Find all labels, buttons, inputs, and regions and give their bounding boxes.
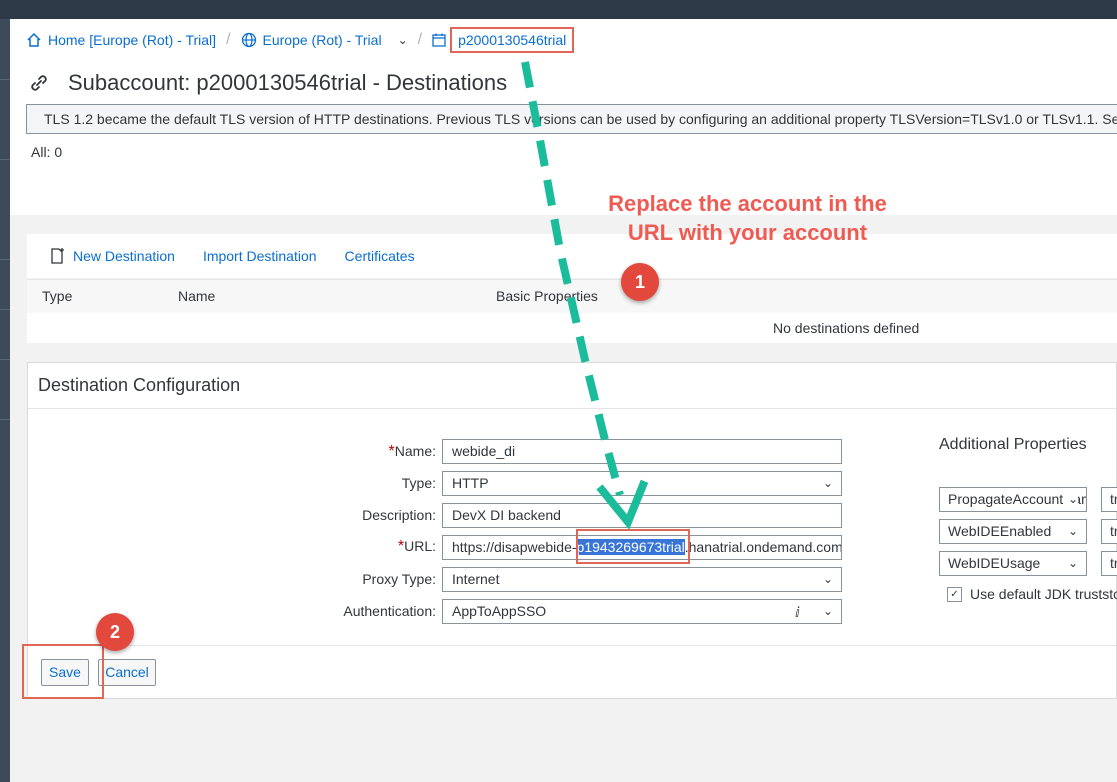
- annotation-line-1: Replace the account in the: [608, 191, 887, 216]
- annotation-arrow: [521, 61, 649, 530]
- annotation-text: Replace the account in the URL with your…: [590, 189, 905, 247]
- step-2-badge: 2: [96, 613, 134, 651]
- annotation-line-2: URL with your account: [627, 220, 868, 245]
- step-1-badge: 1: [621, 263, 659, 301]
